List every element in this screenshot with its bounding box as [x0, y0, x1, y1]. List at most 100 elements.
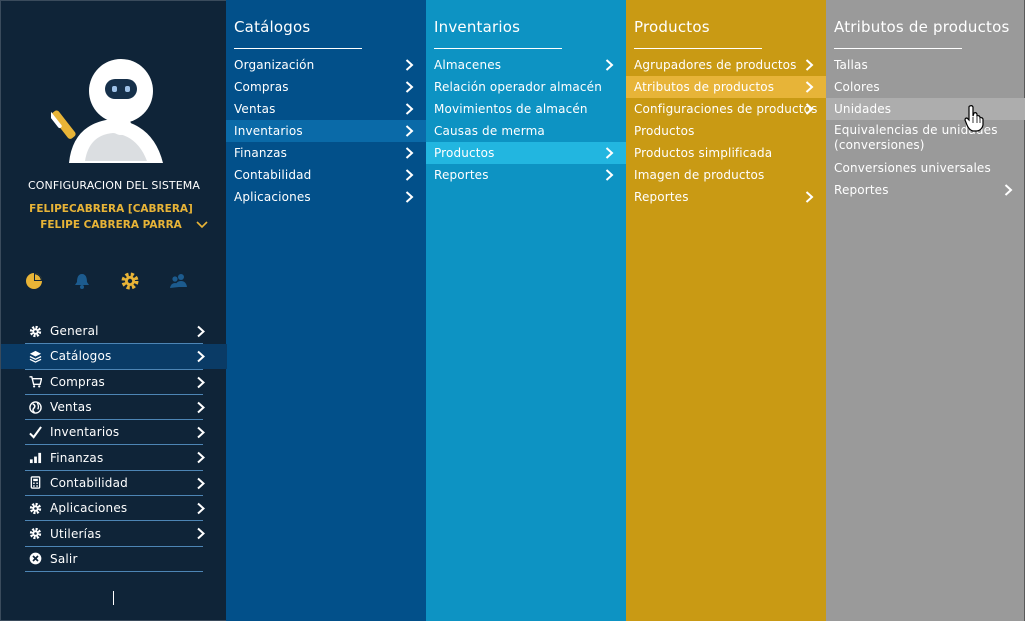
hand-pointer-cursor-icon [964, 105, 984, 132]
menu-item-label: Configuraciones de productos [634, 102, 818, 116]
gear-icon [28, 501, 42, 515]
column-title: Productos [634, 18, 710, 36]
sidebar-item-label: Ventas [50, 400, 92, 415]
sidebar-item-finanzas[interactable]: Finanzas [25, 445, 205, 471]
menu-item-tallas[interactable]: Tallas [826, 54, 1025, 76]
menu-item-reportes[interactable]: Reportes [626, 186, 826, 208]
menu-item-label: Finanzas [234, 146, 288, 160]
chevron-right-icon [805, 191, 814, 203]
sidebar-item-label: Aplicaciones [50, 501, 128, 516]
menu-item-productos-simplificada[interactable]: Productos simplificada [626, 142, 826, 164]
menu-item-configuraciones-de-productos[interactable]: Configuraciones de productos [626, 98, 826, 120]
gear-icon[interactable] [120, 271, 140, 291]
chevron-right-icon [197, 351, 205, 363]
menu-item-label: Compras [234, 80, 289, 94]
menu-item-label: Aplicaciones [234, 190, 311, 204]
divider [634, 48, 762, 49]
menu-item-label: Relación operador almacén [434, 80, 602, 94]
chevron-right-icon [197, 401, 205, 414]
menu-item-label: Reportes [434, 168, 489, 182]
sidebar-item-compras[interactable]: Compras [25, 370, 205, 395]
menu-item-label: Agrupadores de productos [634, 58, 797, 72]
menu-item-colores[interactable]: Colores [826, 76, 1025, 98]
chevron-right-icon [805, 59, 814, 71]
chevron-right-icon [405, 191, 414, 203]
sidebar-item-inventarios[interactable]: Inventarios [25, 420, 205, 446]
user-full-name[interactable]: FELIPE CABRERA PARRA [1, 219, 221, 231]
user-login[interactable]: FELIPECABRERA [CABRERA] [1, 203, 221, 215]
menu-item-contabilidad[interactable]: Contabilidad [226, 164, 426, 186]
sidebar-item-salir[interactable]: Salir [25, 547, 203, 572]
sidebar-item-label: Inventarios [50, 425, 120, 440]
menu-item-imagen-de-productos[interactable]: Imagen de productos [626, 164, 826, 186]
sidebar-nav: General Catálogos Compras Ventas Inventa… [1, 319, 227, 572]
sidebar-item-label: Contabilidad [50, 475, 128, 490]
divider [234, 48, 362, 49]
menu-item-reportes[interactable]: Reportes [826, 179, 1025, 201]
menu-item-almacenes[interactable]: Almacenes [426, 54, 626, 76]
menu-item-label: Productos [434, 146, 495, 160]
sidebar-item-aplicaciones[interactable]: Aplicaciones [25, 496, 205, 522]
menu-column-productos: Productos Agrupadores de productos Atrib… [626, 0, 826, 621]
menu-item-label: Conversiones universales [834, 161, 991, 175]
sidebar-item-general[interactable]: General [25, 319, 205, 345]
users-icon[interactable] [168, 271, 188, 291]
column-title: Atributos de productos [834, 18, 1010, 36]
chevron-right-icon [197, 528, 205, 540]
system-title: CONFIGURACION DEL SISTEMA [28, 179, 200, 192]
menu-item-equivalencias-de-unidades[interactable]: Equivalencias de unidades (conversiones) [826, 120, 1025, 157]
menu-item-conversiones-universales[interactable]: Conversiones universales [826, 157, 1025, 179]
bar-chart-icon [28, 451, 42, 465]
menu-item-organizacion[interactable]: Organización [226, 54, 426, 76]
chevron-right-icon [1004, 184, 1013, 196]
menu-item-unidades[interactable]: Unidades [826, 98, 1025, 120]
menu-list: Agrupadores de productos Atributos de pr… [626, 54, 826, 208]
menu-item-label: Colores [834, 80, 880, 94]
sidebar-item-label: Finanzas [50, 450, 104, 465]
sidebar: CONFIGURACION DEL SISTEMA FELIPECABRERA … [0, 0, 227, 621]
menu-item-agrupadores-de-productos[interactable]: Agrupadores de productos [626, 54, 826, 76]
menu-item-reportes[interactable]: Reportes [426, 164, 626, 186]
menu-item-inventarios[interactable]: Inventarios [226, 120, 426, 142]
menu-item-label: Productos [634, 124, 695, 138]
menu-item-aplicaciones[interactable]: Aplicaciones [226, 186, 426, 208]
gear-icon [28, 324, 42, 338]
menu-item-compras[interactable]: Compras [226, 76, 426, 98]
sidebar-item-catalogos[interactable]: Catálogos [1, 344, 227, 370]
chevron-right-icon [405, 169, 414, 181]
bell-icon[interactable] [72, 271, 92, 291]
chevron-right-icon [197, 325, 205, 338]
chevron-right-icon [197, 477, 205, 490]
menu-item-productos[interactable]: Productos [426, 142, 626, 164]
menu-item-productos[interactable]: Productos [626, 120, 826, 142]
chevron-right-icon [405, 147, 414, 159]
sidebar-item-contabilidad[interactable]: Contabilidad [25, 471, 205, 497]
chevron-right-icon [197, 502, 205, 515]
menu-item-atributos-de-productos[interactable]: Atributos de productos [626, 76, 826, 98]
chevron-right-icon [197, 376, 205, 388]
menu-item-label: Organización [234, 58, 315, 72]
sidebar-item-utilerias[interactable]: Utilerías [25, 521, 205, 547]
calculator-icon [28, 476, 42, 490]
close-circle-icon [28, 552, 42, 566]
chevron-right-icon [197, 452, 205, 464]
chevron-right-icon [805, 103, 814, 115]
menu-item-causas-de-merma[interactable]: Causas de merma [426, 120, 626, 142]
sidebar-item-label: Compras [50, 374, 105, 389]
sidebar-item-label: Salir [50, 551, 78, 566]
menu-item-ventas[interactable]: Ventas [226, 98, 426, 120]
menu-item-relacion-operador-almacen[interactable]: Relación operador almacén [426, 76, 626, 98]
divider [834, 48, 962, 49]
menu-item-finanzas[interactable]: Finanzas [226, 142, 426, 164]
chevron-right-icon [605, 169, 614, 181]
chevron-right-icon [405, 103, 414, 115]
chevron-down-icon[interactable] [195, 220, 209, 230]
sidebar-item-ventas[interactable]: Ventas [25, 395, 205, 421]
dashboard-icon[interactable] [24, 271, 44, 291]
chevron-right-icon [605, 59, 614, 71]
menu-item-movimientos-de-almacen[interactable]: Movimientos de almacén [426, 98, 626, 120]
column-title: Catálogos [234, 18, 311, 36]
chevron-right-icon [605, 147, 614, 159]
cart-icon [28, 375, 42, 389]
menu-list: Almacenes Relación operador almacén Movi… [426, 54, 626, 186]
